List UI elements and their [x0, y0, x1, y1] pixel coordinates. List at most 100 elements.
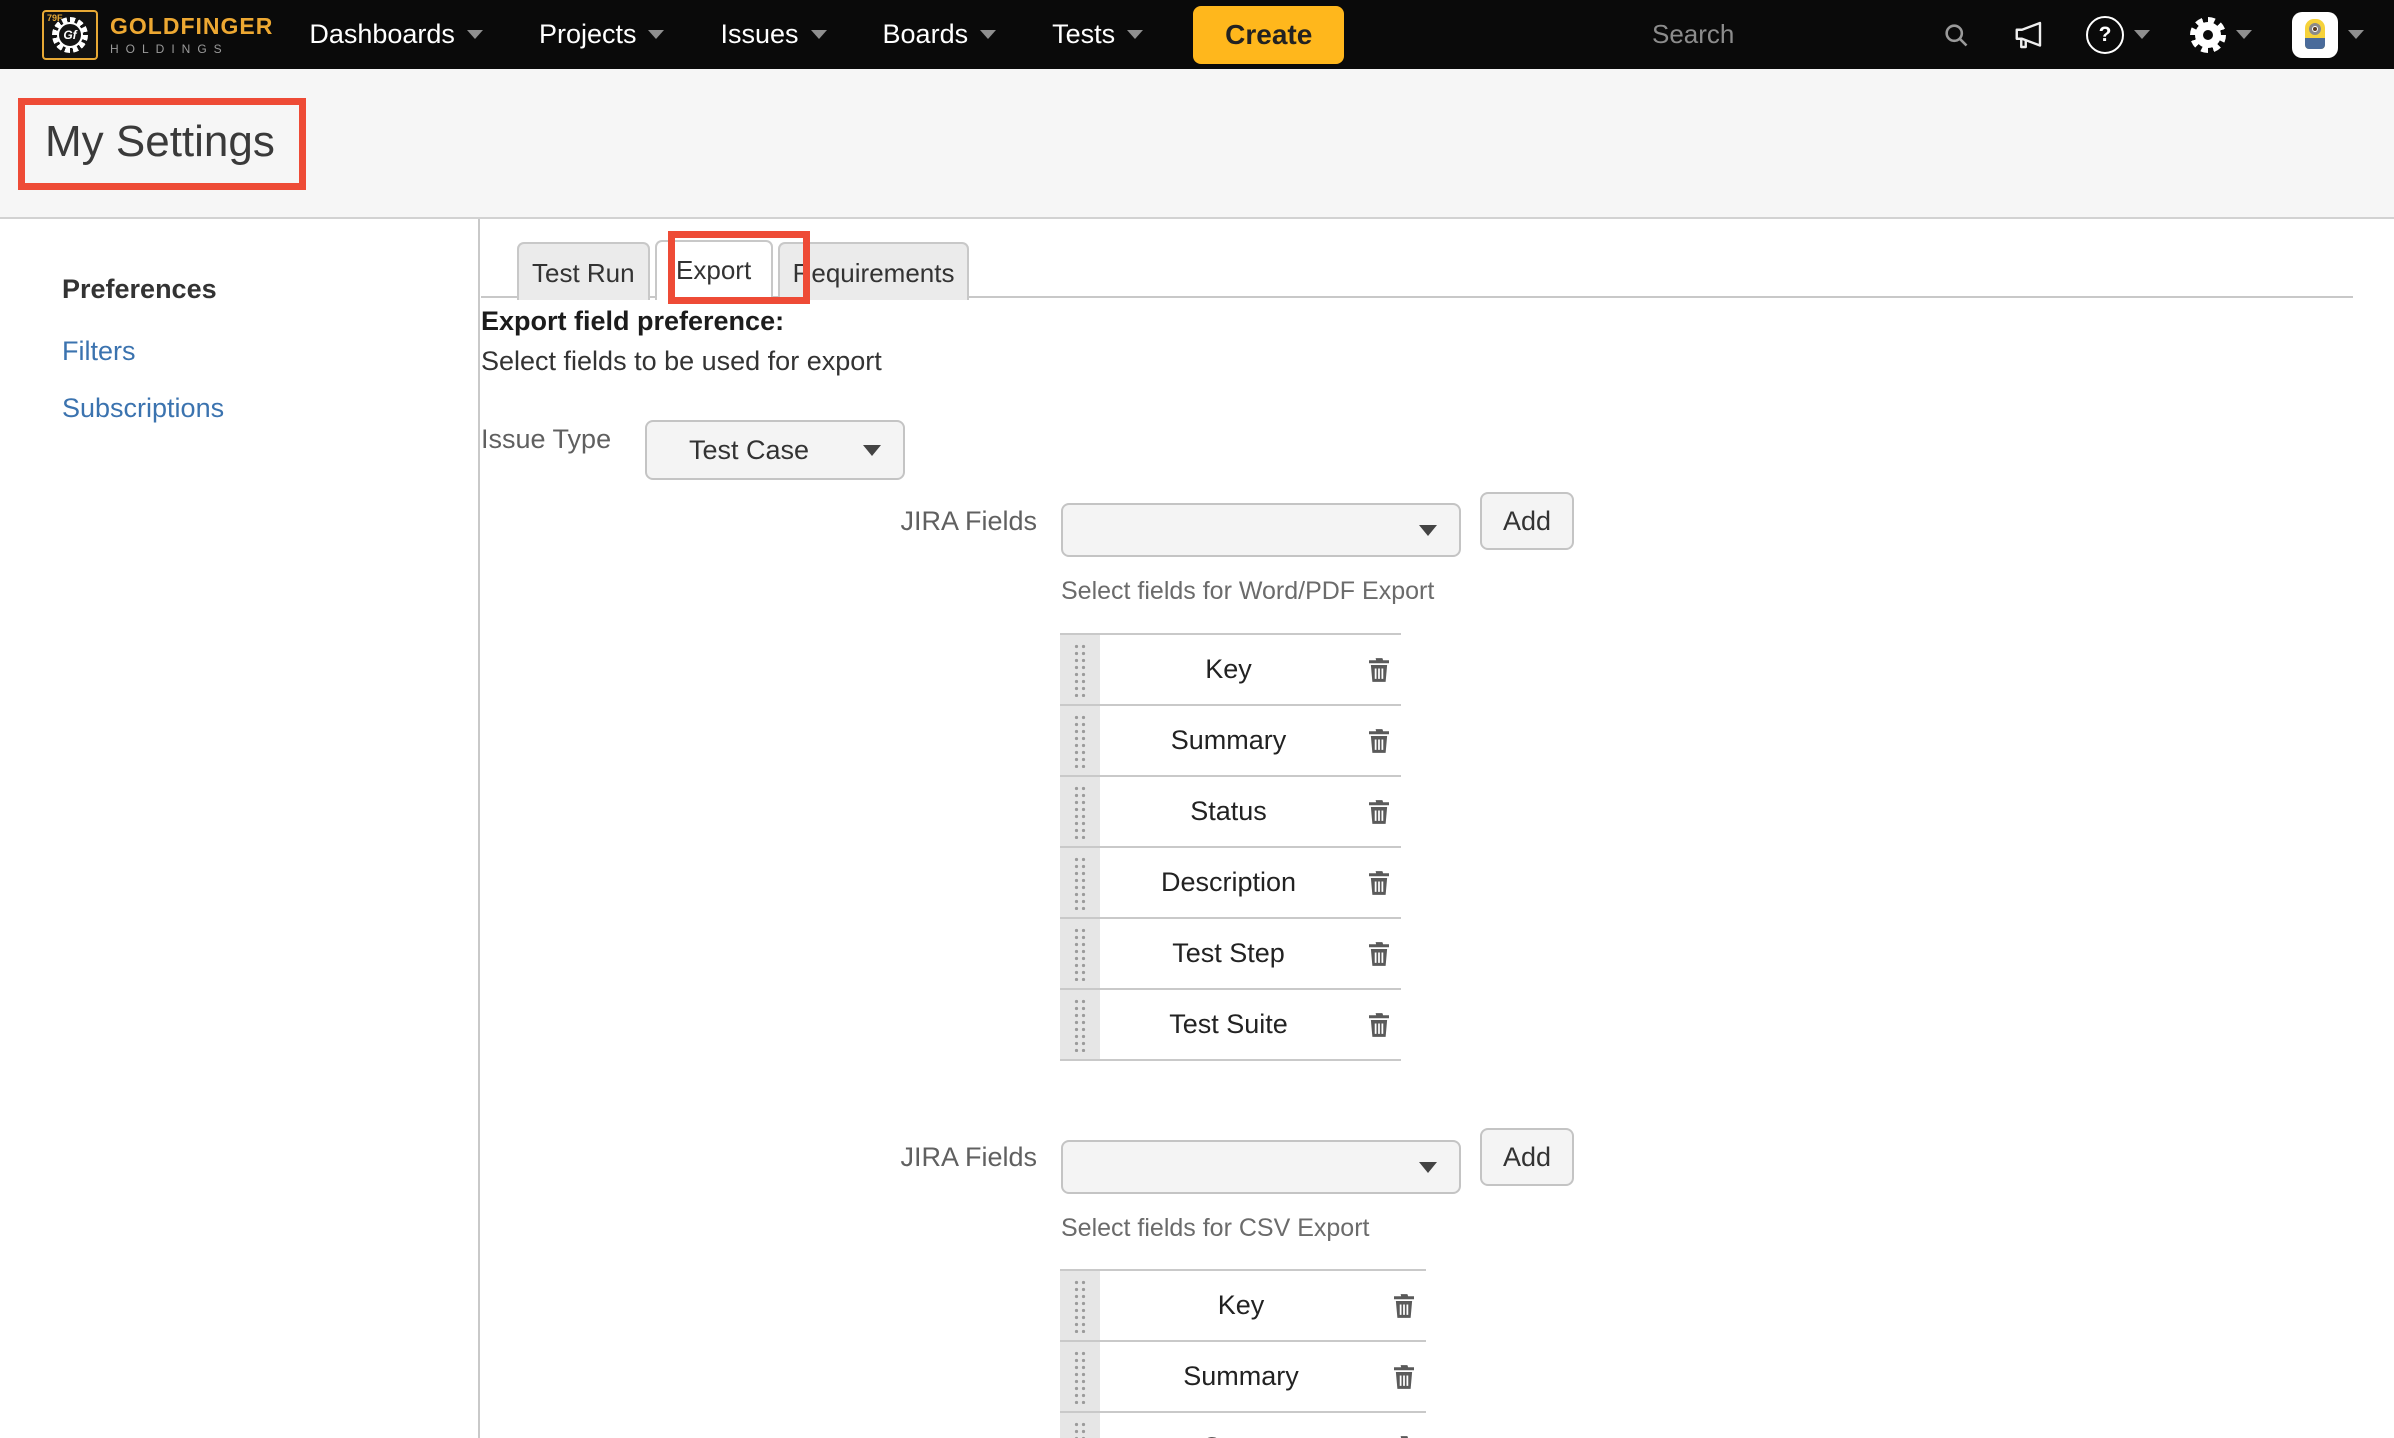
field-row-label: Summary	[1100, 706, 1357, 775]
drag-handle[interactable]	[1060, 919, 1100, 988]
admin-settings-menu[interactable]	[2190, 17, 2252, 53]
export-preference-subheading: Select fields to be used for export	[481, 346, 882, 377]
delete-field-button[interactable]	[1357, 635, 1401, 704]
issue-type-label: Issue Type	[481, 424, 611, 455]
search-field[interactable]	[1650, 18, 1970, 51]
delete-field-button[interactable]	[1382, 1271, 1426, 1340]
chevron-down-icon	[648, 30, 664, 39]
delete-field-button[interactable]	[1357, 990, 1401, 1059]
nav-menu-item-label: Tests	[1052, 19, 1115, 50]
nav-menu-item-label: Boards	[883, 19, 969, 50]
tab-strip: Test Run Export Requirements	[517, 240, 969, 300]
trash-icon	[1389, 1290, 1419, 1322]
field-row: Test Step	[1060, 919, 1401, 990]
search-icon[interactable]	[1942, 21, 1970, 49]
add-button-wordpdf[interactable]: Add	[1480, 492, 1574, 550]
drag-handle-icon	[1073, 785, 1088, 839]
trash-icon	[1364, 938, 1394, 970]
chevron-down-icon	[811, 30, 827, 39]
field-row: Summary	[1060, 706, 1401, 777]
sidebar-item-subscriptions[interactable]: Subscriptions	[62, 393, 224, 424]
delete-field-button[interactable]	[1357, 706, 1401, 775]
user-profile-menu[interactable]	[2292, 12, 2364, 58]
chevron-down-icon	[2348, 30, 2364, 39]
trash-icon	[1364, 867, 1394, 899]
wordpdf-hint: Select fields for Word/PDF Export	[1061, 577, 1434, 606]
drag-handle-icon	[1073, 643, 1088, 697]
create-button[interactable]: Create	[1193, 6, 1344, 64]
csv-field-list: Key Summary Status	[1060, 1269, 1426, 1438]
delete-field-button[interactable]	[1357, 777, 1401, 846]
field-row: Description	[1060, 848, 1401, 919]
app-logo[interactable]: 79F Gf GOLDFINGER HOLDINGS	[42, 10, 273, 60]
drag-handle-icon	[1073, 1350, 1088, 1404]
drag-handle[interactable]	[1060, 848, 1100, 917]
nav-menu-item[interactable]: Tests	[1052, 19, 1143, 50]
drag-handle[interactable]	[1060, 1271, 1100, 1340]
drag-handle-icon	[1073, 998, 1088, 1052]
csv-hint: Select fields for CSV Export	[1061, 1214, 1369, 1243]
chevron-down-icon	[1419, 525, 1437, 536]
jira-fields-label-wordpdf: JIRA Fields	[481, 506, 1037, 537]
drag-handle[interactable]	[1060, 1342, 1100, 1411]
nav-menu-item-label: Dashboards	[309, 19, 455, 50]
tab-requirements[interactable]: Requirements	[778, 242, 970, 300]
delete-field-button[interactable]	[1382, 1413, 1426, 1438]
logo-emblem-icon: 79F Gf	[42, 10, 98, 60]
nav-menu-item[interactable]: Boards	[883, 19, 997, 50]
trash-icon	[1364, 725, 1394, 757]
field-row-label: Key	[1100, 1271, 1382, 1340]
delete-field-button[interactable]	[1382, 1342, 1426, 1411]
drag-handle[interactable]	[1060, 990, 1100, 1059]
jira-fields-label-csv: JIRA Fields	[481, 1142, 1037, 1173]
field-row-label: Status	[1100, 1413, 1382, 1438]
field-row-label: Test Step	[1100, 919, 1357, 988]
add-button-csv[interactable]: Add	[1480, 1128, 1574, 1186]
field-row: Summary	[1060, 1342, 1426, 1413]
logo-company-sub: HOLDINGS	[110, 43, 273, 55]
jira-fields-select-csv[interactable]	[1061, 1140, 1461, 1194]
sidebar: Preferences Filters Subscriptions	[0, 219, 480, 1438]
tab-test-run[interactable]: Test Run	[517, 242, 650, 300]
issue-type-value: Test Case	[689, 435, 809, 466]
help-menu[interactable]: ?	[2086, 16, 2150, 54]
sidebar-item-filters[interactable]: Filters	[62, 336, 136, 367]
nav-menu-item[interactable]: Projects	[539, 19, 665, 50]
logo-monogram: Gf	[57, 22, 83, 48]
trash-icon	[1364, 796, 1394, 828]
export-preference-heading: Export field preference:	[481, 306, 784, 337]
field-row-label: Key	[1100, 635, 1357, 704]
trash-icon	[1364, 654, 1394, 686]
field-row-label: Test Suite	[1100, 990, 1357, 1059]
drag-handle[interactable]	[1060, 635, 1100, 704]
chevron-down-icon	[863, 445, 881, 456]
nav-menu-item-label: Issues	[720, 19, 798, 50]
nav-menu-item[interactable]: Dashboards	[309, 19, 483, 50]
chevron-down-icon	[2236, 30, 2252, 39]
page-title: My Settings	[45, 117, 275, 167]
search-input[interactable]	[1650, 18, 1904, 51]
nav-right-cluster: ?	[1650, 0, 2364, 69]
megaphone-icon[interactable]	[2010, 17, 2046, 53]
tab-export[interactable]: Export	[655, 240, 773, 300]
delete-field-button[interactable]	[1357, 848, 1401, 917]
logo-badge-text: 79F	[47, 13, 63, 23]
drag-handle-icon	[1073, 927, 1088, 981]
gear-icon	[2190, 17, 2226, 53]
field-row: Key	[1060, 635, 1401, 706]
drag-handle[interactable]	[1060, 706, 1100, 775]
drag-handle-icon	[1073, 1421, 1088, 1438]
drag-handle[interactable]	[1060, 1413, 1100, 1438]
logo-company-name: GOLDFINGER	[110, 15, 273, 38]
drag-handle-icon	[1073, 714, 1088, 768]
annotation-box-title: My Settings	[18, 98, 306, 190]
drag-handle[interactable]	[1060, 777, 1100, 846]
field-row: Status	[1060, 1413, 1426, 1438]
field-row-label: Status	[1100, 777, 1357, 846]
delete-field-button[interactable]	[1357, 919, 1401, 988]
nav-menu-item[interactable]: Issues	[720, 19, 826, 50]
drag-handle-icon	[1073, 856, 1088, 910]
field-row-label: Summary	[1100, 1342, 1382, 1411]
issue-type-select[interactable]: Test Case	[645, 420, 905, 480]
jira-fields-select-wordpdf[interactable]	[1061, 503, 1461, 557]
